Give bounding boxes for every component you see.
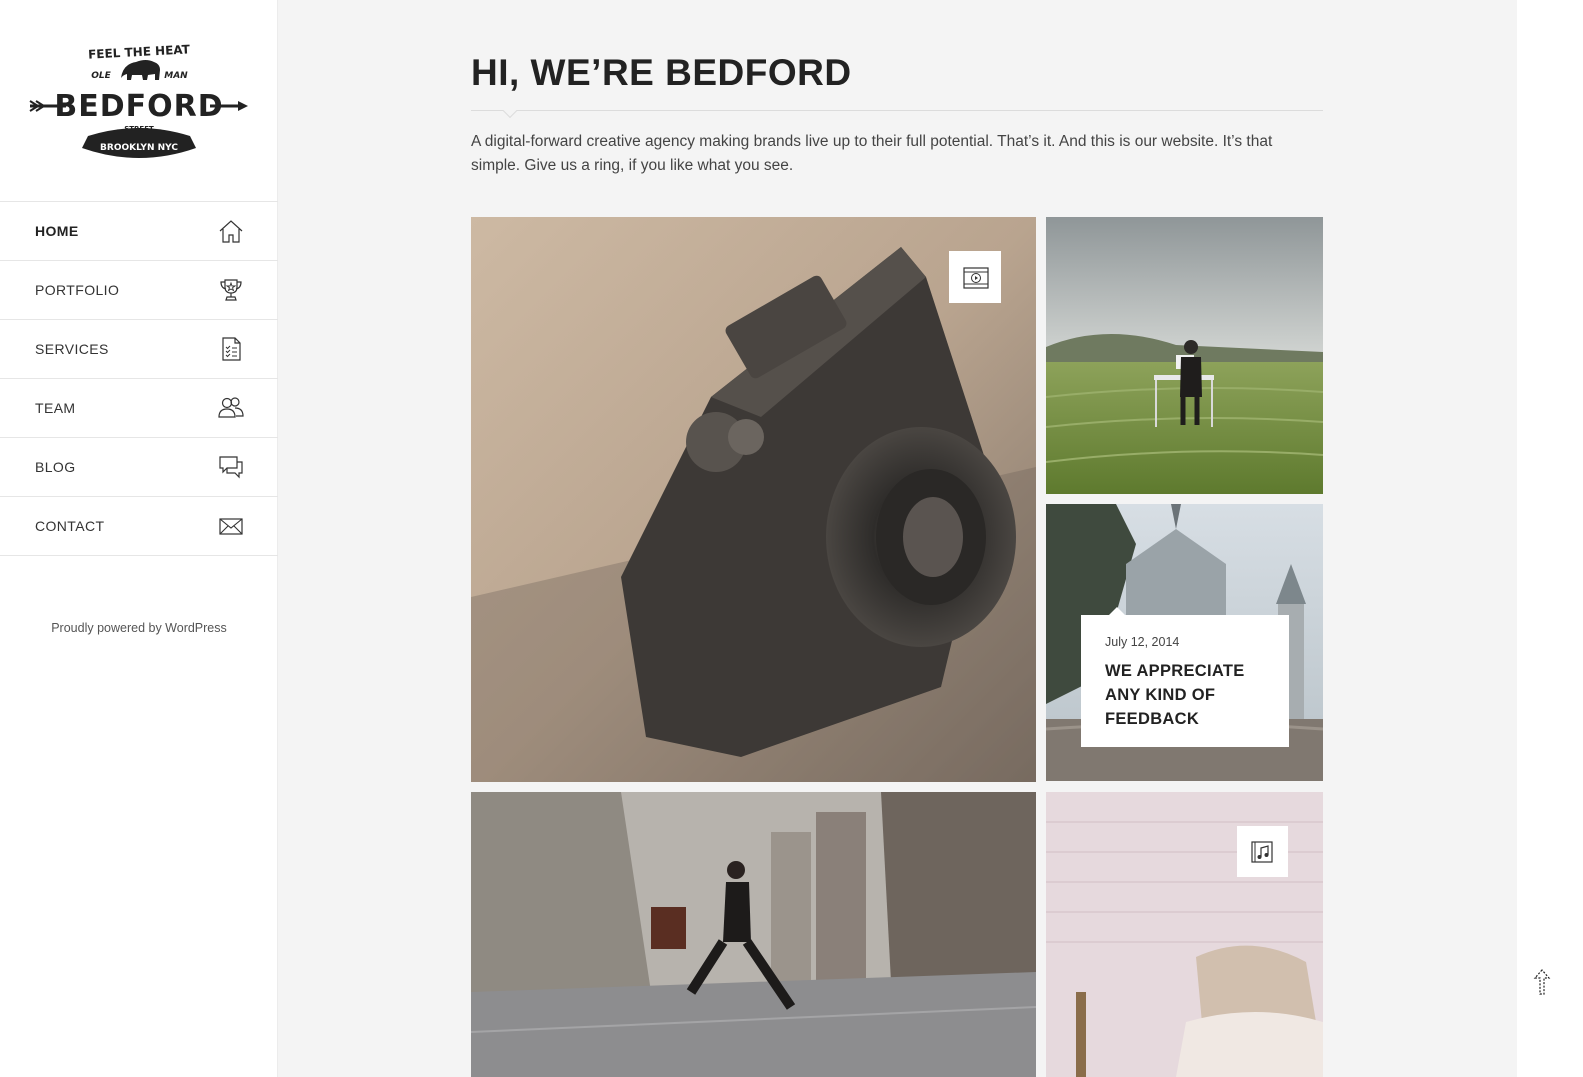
home-icon [218,218,244,244]
nav-item-team[interactable]: TEAM [0,379,278,438]
arrow-up-icon [1533,969,1551,995]
nav-label: HOME [35,223,79,239]
post-card[interactable]: July 12, 2014 WE APPRECIATE ANY KIND OF … [1081,607,1289,747]
nav-label: TEAM [35,400,76,416]
portfolio-tile-brick[interactable] [1046,792,1323,1077]
right-gutter [1517,0,1583,1077]
nav-item-blog[interactable]: BLOG [0,438,278,497]
checklist-icon [218,336,244,362]
page: FEEL THE HEAT OLE MAN BEDFORD STREET BRO… [0,0,1583,1077]
page-title: HI, WE’RE BEDFORD [471,52,852,93]
powered-by-link[interactable]: Proudly powered by WordPress [0,621,278,635]
svg-text:FEEL THE HEAT: FEEL THE HEAT [88,42,191,61]
main-content: HI, WE’RE BEDFORD A digital-forward crea… [278,0,1517,1077]
field-photo [1046,217,1323,494]
nav-item-contact[interactable]: CONTACT [0,497,278,556]
svg-text:OLE: OLE [91,71,111,81]
post-title[interactable]: WE APPRECIATE ANY KIND OF FEEDBACK [1105,659,1265,731]
site-logo[interactable]: FEEL THE HEAT OLE MAN BEDFORD STREET BRO… [28,40,250,162]
title-divider [471,110,1323,111]
post-date: July 12, 2014 [1105,635,1180,649]
intro-text: A digital-forward creative agency making… [471,133,1273,174]
title-divider-notch [502,103,518,119]
trophy-icon [218,277,244,303]
sidebar: FEEL THE HEAT OLE MAN BEDFORD STREET BRO… [0,0,278,1077]
main-nav: HOME PORTFOLIO SERVICES TEAM BLOG CONTAC… [0,201,278,556]
blog-tile-castle[interactable]: July 12, 2014 WE APPRECIATE ANY KIND OF … [1046,504,1323,781]
street-photo [471,792,1036,1077]
svg-text:MAN: MAN [164,71,188,81]
users-icon [218,395,244,421]
portfolio-tile-street[interactable] [471,792,1036,1077]
audio-format-badge[interactable] [1237,826,1288,877]
chat-icon [218,454,244,480]
nav-label: SERVICES [35,341,109,357]
video-format-badge[interactable] [950,252,1001,303]
nav-item-portfolio[interactable]: PORTFOLIO [0,261,278,320]
svg-text:BROOKLYN NYC: BROOKLYN NYC [100,143,178,153]
portfolio-tile-field[interactable] [1046,217,1323,494]
video-icon [962,266,989,289]
portfolio-tile-camera[interactable] [471,217,1036,782]
logo-graphic: FEEL THE HEAT OLE MAN BEDFORD STREET BRO… [29,42,248,158]
envelope-icon [218,513,244,539]
nav-label: PORTFOLIO [35,282,120,298]
nav-label: BLOG [35,459,76,475]
audio-icon [1250,840,1273,863]
scroll-to-top-button[interactable] [1530,968,1554,996]
nav-label: CONTACT [35,518,105,534]
nav-item-services[interactable]: SERVICES [0,320,278,379]
svg-text:BEDFORD: BEDFORD [54,89,223,124]
nav-item-home[interactable]: HOME [0,202,278,261]
